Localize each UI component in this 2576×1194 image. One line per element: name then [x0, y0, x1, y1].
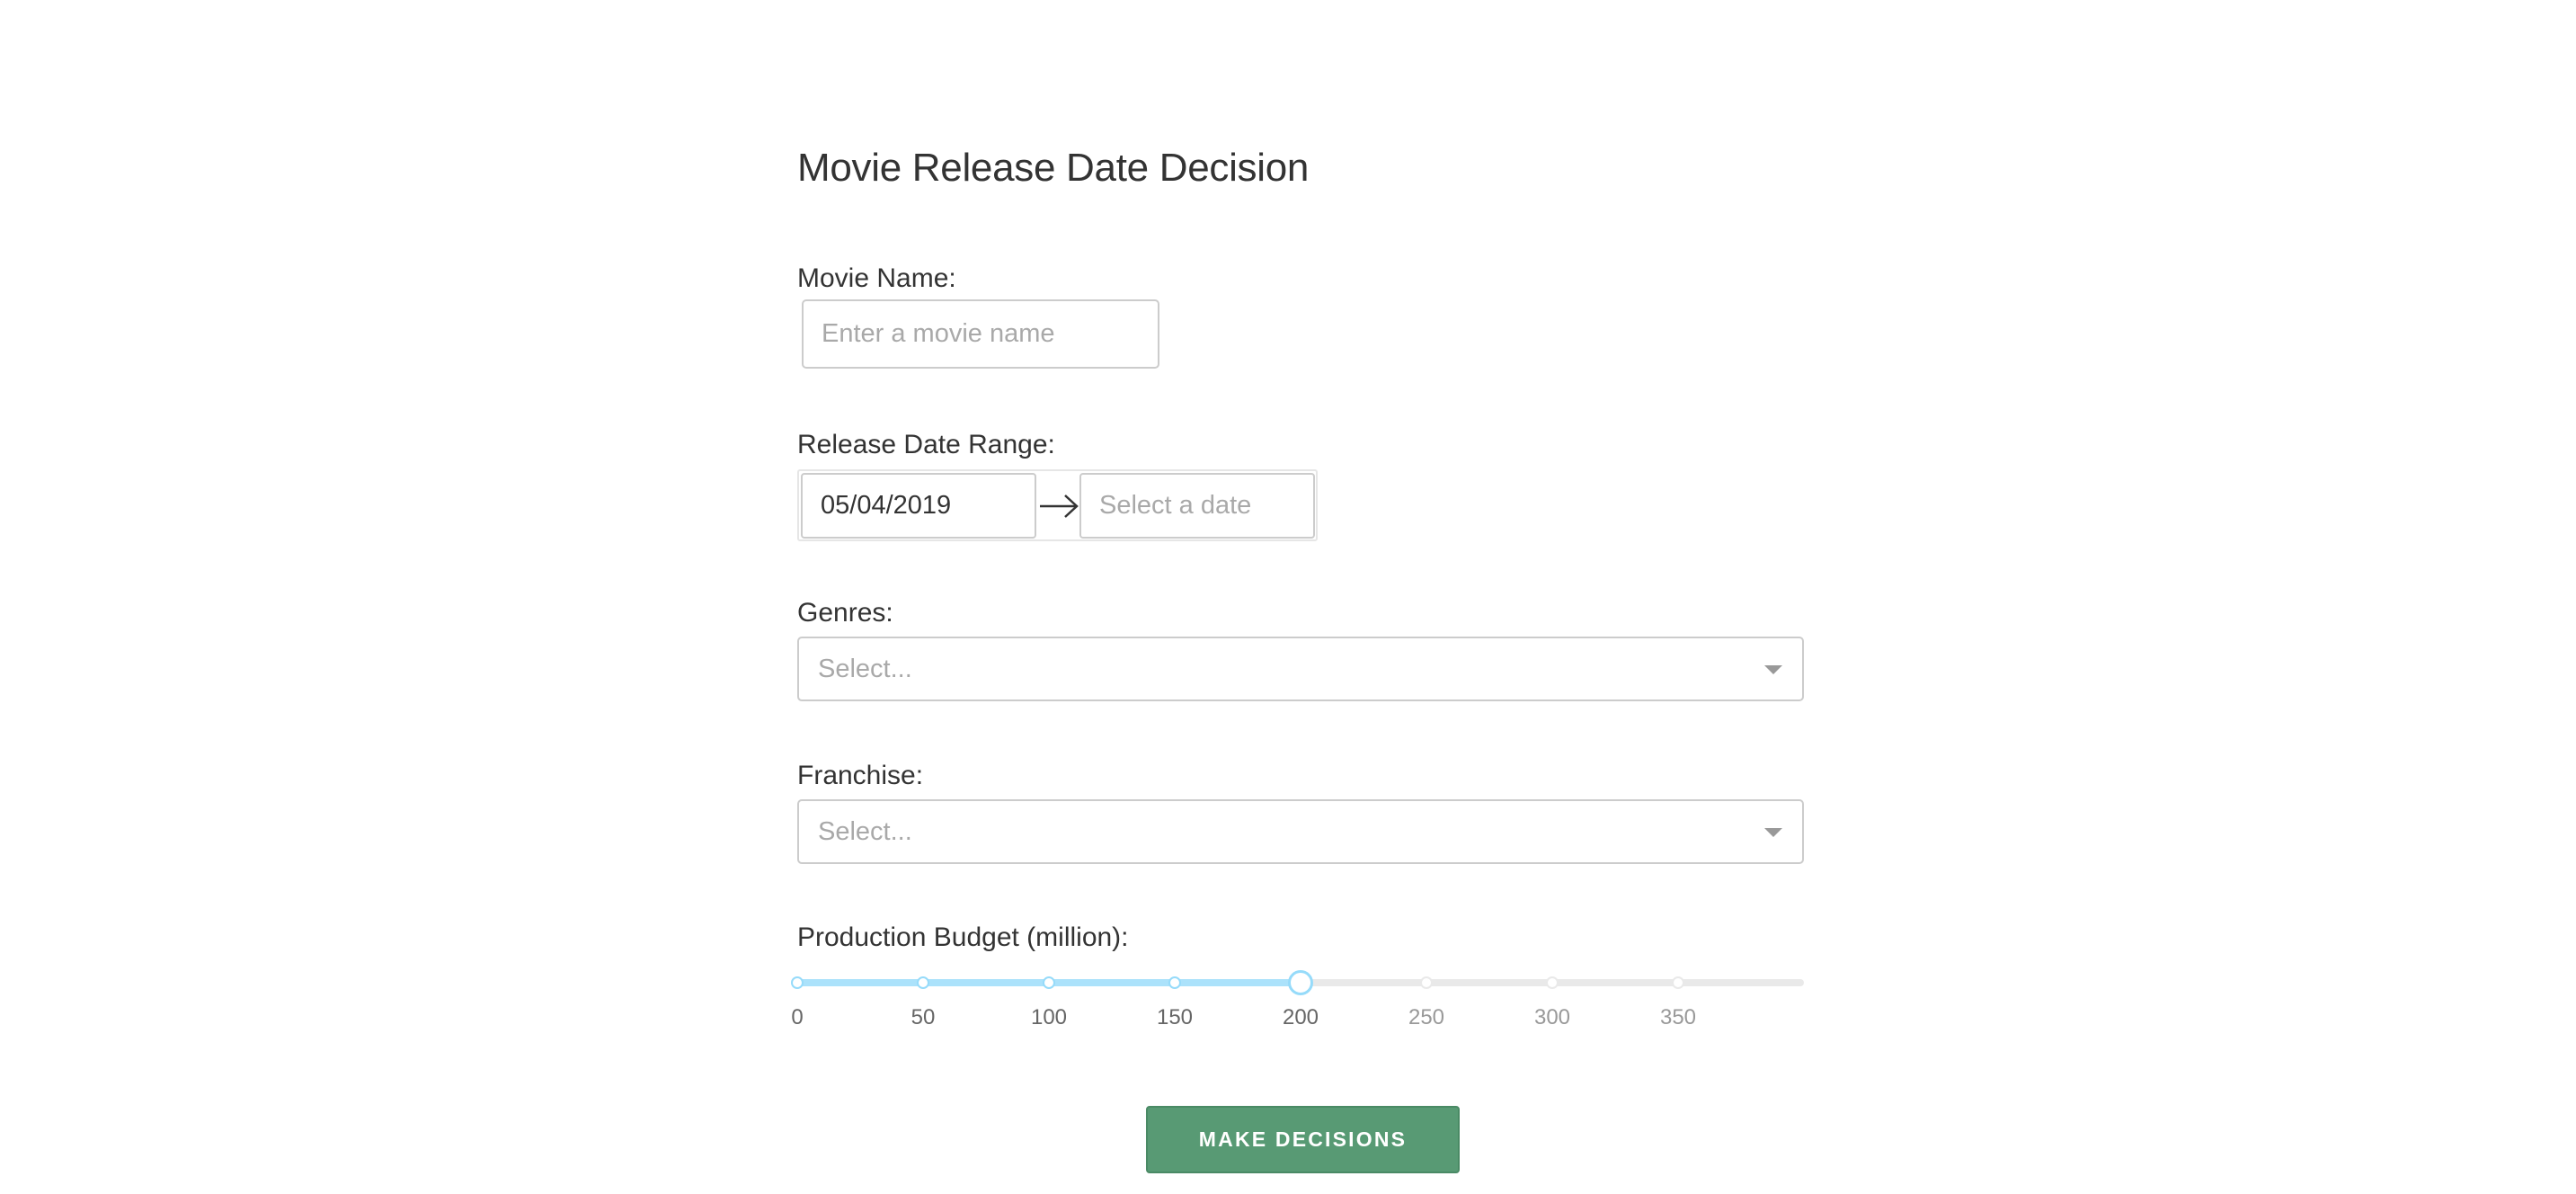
page-title: Movie Release Date Decision — [797, 146, 1310, 190]
genres-select-placeholder: Select... — [818, 655, 912, 683]
slider-step-dot[interactable] — [1043, 976, 1055, 989]
chevron-down-icon[interactable] — [1764, 665, 1782, 674]
release-date-end-input[interactable]: Select a date — [1079, 473, 1315, 539]
slider-mark-label[interactable]: 150 — [1157, 1005, 1193, 1030]
slider-mark-label[interactable]: 250 — [1408, 1005, 1444, 1030]
slider-mark-label[interactable]: 0 — [791, 1005, 803, 1030]
slider-handle[interactable] — [1288, 970, 1313, 995]
slider-mark-label[interactable]: 350 — [1660, 1005, 1696, 1030]
slider-step-dot[interactable] — [1168, 976, 1181, 989]
production-budget-slider[interactable]: 0 50 100 150 200 250 300 350 — [791, 962, 1804, 1061]
slider-mark-label[interactable]: 50 — [911, 1005, 936, 1030]
release-date-range-picker[interactable]: 05/04/2019 Select a date — [797, 469, 1318, 541]
release-date-range-label: Release Date Range: — [797, 430, 1055, 459]
franchise-select-placeholder: Select... — [818, 817, 912, 846]
chevron-down-icon[interactable] — [1764, 828, 1782, 837]
make-decisions-button[interactable]: MAKE DECISIONS — [1146, 1106, 1460, 1173]
movie-name-label: Movie Name: — [797, 263, 956, 293]
slider-mark-label[interactable]: 300 — [1534, 1005, 1570, 1030]
slider-mark-label[interactable]: 100 — [1031, 1005, 1067, 1030]
movie-name-input[interactable] — [802, 299, 1159, 369]
slider-step-dot[interactable] — [1672, 976, 1684, 989]
production-budget-label: Production Budget (million): — [797, 922, 1129, 952]
slider-step-dot[interactable] — [791, 976, 804, 989]
slider-step-dot[interactable] — [917, 976, 929, 989]
genres-label: Genres: — [797, 598, 893, 628]
arrow-right-icon — [1040, 495, 1079, 518]
franchise-select[interactable]: Select... — [797, 799, 1804, 864]
slider-step-dot[interactable] — [1420, 976, 1433, 989]
franchise-label: Franchise: — [797, 761, 924, 790]
genres-select[interactable]: Select... — [797, 637, 1804, 701]
slider-step-dot[interactable] — [1546, 976, 1559, 989]
slider-mark-label[interactable]: 200 — [1283, 1005, 1319, 1030]
release-date-start-input[interactable]: 05/04/2019 — [801, 473, 1036, 539]
